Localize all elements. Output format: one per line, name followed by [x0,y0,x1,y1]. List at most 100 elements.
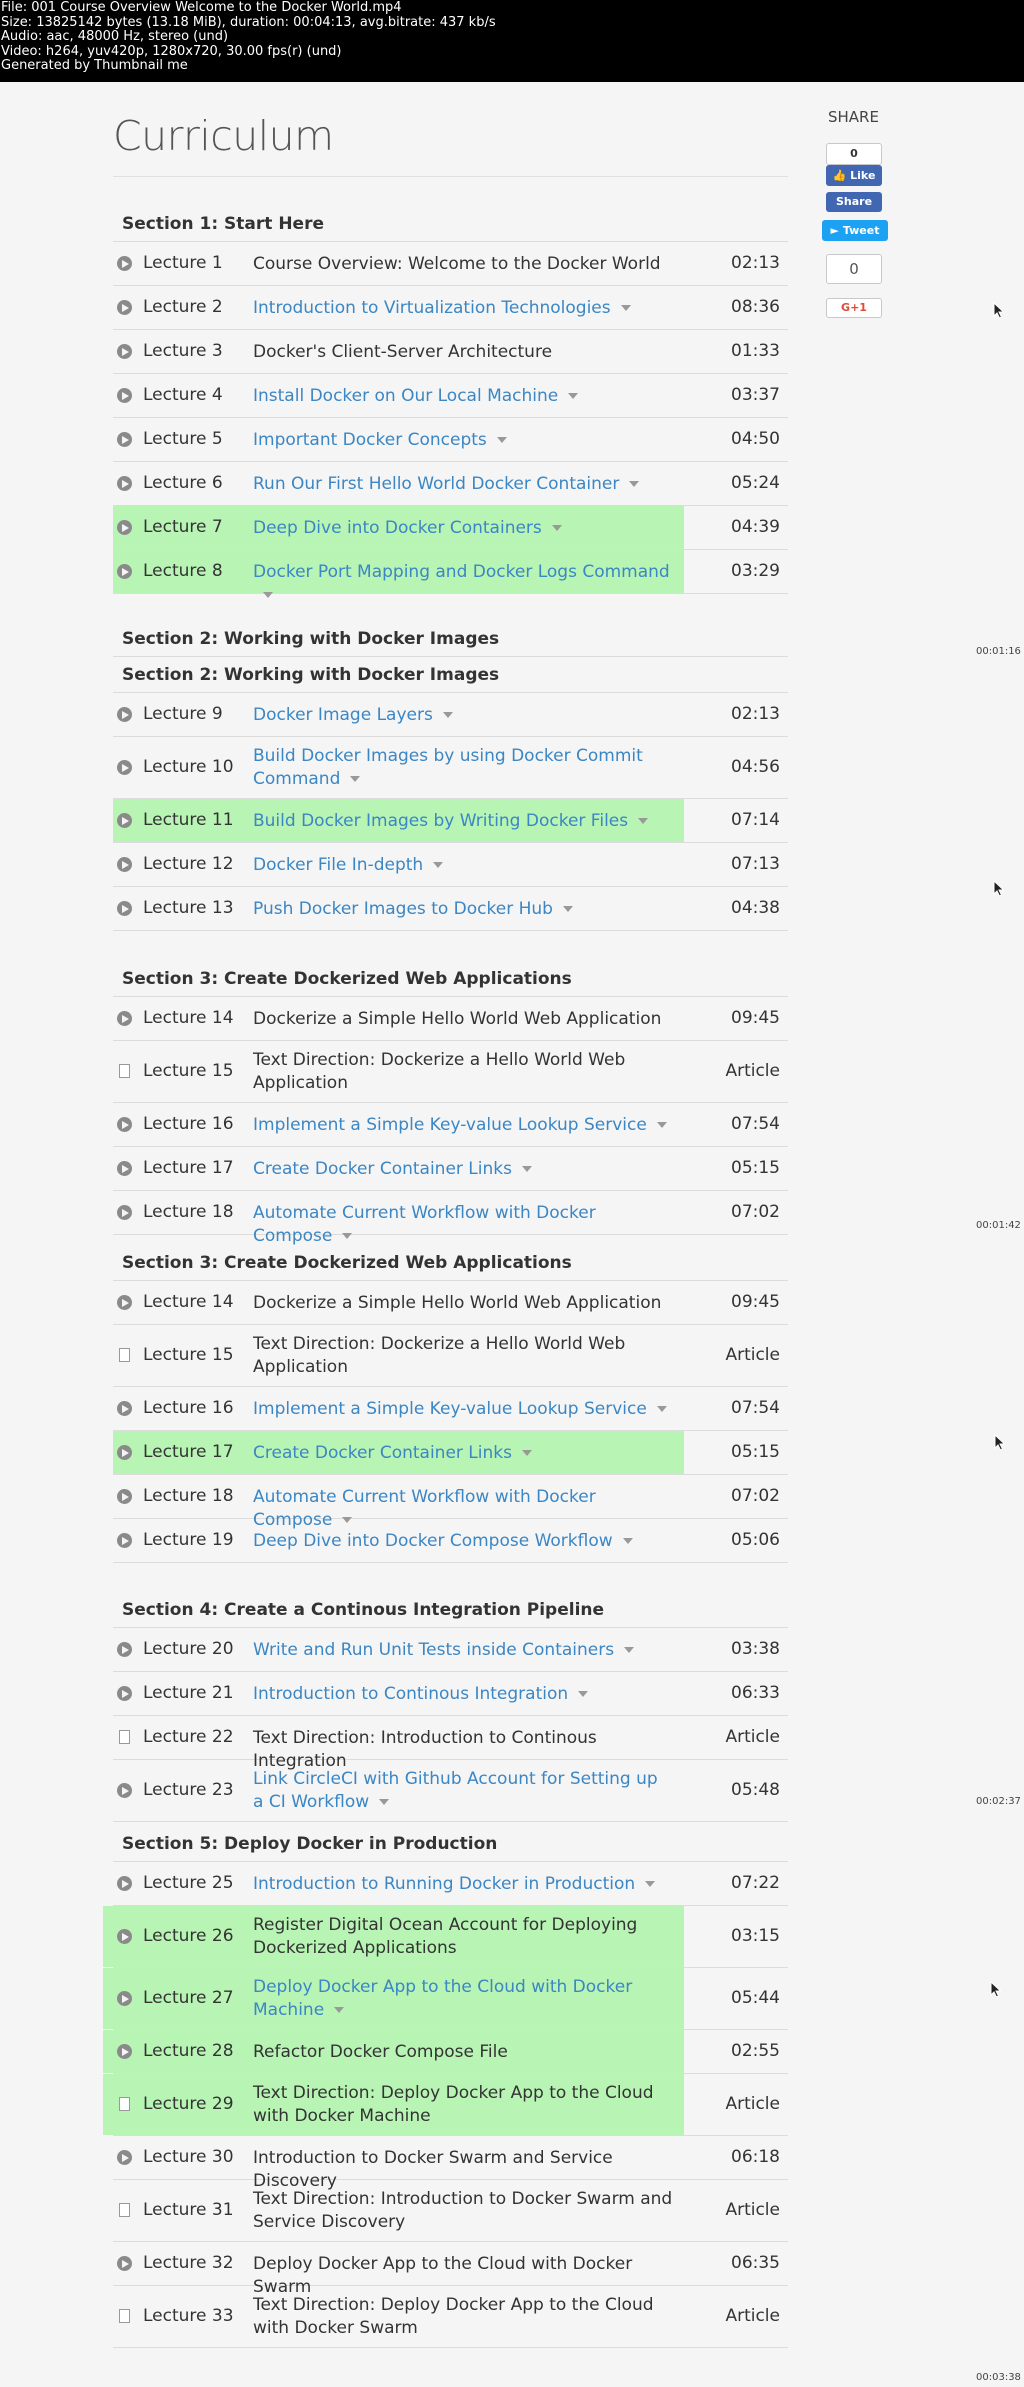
caret-down-icon[interactable] [433,861,444,868]
lecture-title-link[interactable]: Docker File In-depth [253,854,673,877]
caret-down-icon[interactable] [551,524,562,531]
lecture-row[interactable]: Lecture 2 Introduction to Virtualization … [113,286,788,330]
caret-down-icon[interactable] [379,1799,390,1805]
lecture-title-link[interactable]: Build Docker Images by Writing Docker Fi… [253,810,673,833]
lecture-row[interactable]: Lecture 8 Docker Port Mapping and Docker … [113,550,788,598]
lecture-title-text: Course Overview: Welcome to the Docker W… [253,253,661,274]
lecture-title-link[interactable]: Deep Dive into Docker Containers [253,517,673,540]
caret-down-icon[interactable] [620,304,631,311]
google-plus-button[interactable]: G+1 [826,298,882,318]
lecture-row[interactable]: Lecture 29 Text Direction: Deploy Docker … [103,2074,788,2136]
tweet-button[interactable]: ► Tweet [822,220,888,241]
lecture-title-link[interactable]: Docker Port Mapping and Docker Logs Comm… [253,561,673,607]
caret-down-icon[interactable] [656,1405,667,1412]
caret-down-icon[interactable] [521,1165,532,1172]
lecture-row[interactable]: Lecture 16 Implement a Simple Key-value L… [113,1387,788,1431]
caret-down-icon[interactable] [638,817,649,824]
info-audio: Audio: aac, 48000 Hz, stereo (und) [1,29,229,44]
lecture-row[interactable]: Lecture 16 Implement a Simple Key-value L… [113,1103,788,1147]
lecture-title-link[interactable]: Link CircleCI with Github Account for Se… [253,1768,673,1820]
play-icon [117,1991,132,2006]
caret-down-icon[interactable] [562,905,573,912]
lecture-title-link[interactable]: Introduction to Running Docker in Produc… [253,1873,673,1896]
page-title: Curriculum [113,112,334,160]
lecture-number: Lecture 5 [143,429,223,449]
lecture-duration: 06:18 [731,2147,780,2167]
lecture-title-link[interactable]: Run Our First Hello World Docker Contain… [253,473,673,496]
lecture-row[interactable]: Lecture 19 Deep Dive into Docker Compose … [113,1519,788,1563]
lecture-row[interactable]: Lecture 11 Build Docker Images by Writing… [113,799,788,843]
caret-down-icon[interactable] [350,776,361,782]
lecture-row[interactable]: Lecture 14 Dockerize a Simple Hello World… [113,997,788,1041]
lecture-row[interactable]: Lecture 12 Docker File In-depth 07:13 [113,843,788,887]
lecture-title-link[interactable]: Implement a Simple Key-value Lookup Serv… [253,1114,673,1137]
caret-down-icon[interactable] [342,1232,353,1239]
lecture-row[interactable]: Lecture 27 Deploy Docker App to the Cloud… [103,1968,788,2030]
play-icon [117,1445,132,1460]
lecture-title-link[interactable]: Build Docker Images by using Docker Comm… [253,745,673,791]
lecture-title-link[interactable]: Important Docker Concepts [253,429,673,452]
lecture-row[interactable]: Lecture 15 Text Direction: Dockerize a He… [113,1041,788,1103]
lecture-row[interactable]: Lecture 30 Introduction to Docker Swarm a… [113,2136,788,2191]
lecture-title-link[interactable]: Install Docker on Our Local Machine [253,385,673,408]
caret-down-icon[interactable] [568,392,579,399]
lecture-row[interactable]: Lecture 33 Text Direction: Deploy Docker … [113,2286,788,2348]
lecture-row[interactable]: Lecture 31 Text Direction: Introduction t… [113,2180,788,2242]
caret-down-icon[interactable] [656,1121,667,1128]
lecture-row[interactable]: Lecture 28 Refactor Docker Compose File 02… [103,2030,788,2074]
caret-down-icon[interactable] [334,2007,345,2013]
lecture-title-link[interactable]: Push Docker Images to Docker Hub [253,898,673,921]
facebook-like-button[interactable]: 👍 Like [826,165,882,186]
lecture-row[interactable]: Lecture 23 Link CircleCI with Github Acco… [113,1760,788,1822]
lecture-row[interactable]: Lecture 32 Deploy Docker App to the Cloud… [113,2242,788,2297]
lecture-row[interactable]: Lecture 26 Register Digital Ocean Account… [103,1906,788,1968]
lecture-row[interactable]: Lecture 18 Automate Current Workflow with… [113,1475,788,1530]
lecture-row[interactable]: Lecture 22 Text Direction: Introduction t… [113,1716,788,1771]
lecture-row[interactable]: Lecture 15 Text Direction: Dockerize a He… [113,1325,788,1387]
lecture-duration: Article [725,1345,780,1365]
play-icon [117,1533,132,1548]
lecture-title-link[interactable]: Write and Run Unit Tests inside Containe… [253,1639,673,1662]
lecture-title-link[interactable]: Automate Current Workflow with Docker Co… [253,1202,673,1248]
caret-down-icon[interactable] [645,1880,656,1887]
lecture-row[interactable]: Lecture 20 Write and Run Unit Tests insid… [113,1628,788,1672]
lecture-duration: 05:48 [731,1780,780,1800]
lecture-title-text: Introduction to Virtualization Technolog… [253,297,611,318]
facebook-share-button[interactable]: Share [826,192,882,212]
lecture-title-link[interactable]: Introduction to Virtualization Technolog… [253,297,673,320]
caret-down-icon[interactable] [442,711,453,718]
lecture-title-link[interactable]: Implement a Simple Key-value Lookup Serv… [253,1398,673,1421]
lecture-row[interactable]: Lecture 6 Run Our First Hello World Docke… [113,462,788,506]
lecture-row[interactable]: Lecture 17 Create Docker Container Links 0… [113,1431,788,1475]
lecture-title-text: Text Direction: Deploy Docker App to the… [253,2083,654,2126]
caret-down-icon[interactable] [263,591,273,598]
lecture-row[interactable]: Lecture 5 Important Docker Concepts 04:50 [113,418,788,462]
caret-down-icon[interactable] [624,1646,635,1653]
lecture-title-link[interactable]: Deep Dive into Docker Compose Workflow [253,1530,673,1553]
lecture-row[interactable]: Lecture 17 Create Docker Container Links 0… [113,1147,788,1191]
lecture-number: Lecture 32 [143,2253,234,2273]
caret-down-icon[interactable] [629,480,640,487]
lecture-title-link[interactable]: Introduction to Continous Integration [253,1683,673,1706]
lecture-duration: 05:44 [731,1988,780,2008]
lecture-row[interactable]: Lecture 7 Deep Dive into Docker Container… [113,506,788,550]
lecture-row[interactable]: Lecture 18 Automate Current Workflow with… [113,1191,788,1246]
lecture-title-link[interactable]: Create Docker Container Links [253,1442,673,1465]
lecture-row[interactable]: Lecture 9 Docker Image Layers 02:13 [113,693,788,737]
caret-down-icon[interactable] [622,1537,633,1544]
lecture-title-link[interactable]: Docker Image Layers [253,704,673,727]
lecture-title-link[interactable]: Deploy Docker App to the Cloud with Dock… [253,1976,673,2022]
caret-down-icon[interactable] [521,1449,532,1456]
lecture-row[interactable]: Lecture 4 Install Docker on Our Local Mac… [113,374,788,418]
lecture-title-link[interactable]: Create Docker Container Links [253,1158,673,1181]
caret-down-icon[interactable] [578,1690,589,1697]
lecture-row[interactable]: Lecture 10 Build Docker Images by using D… [113,737,788,799]
lecture-row[interactable]: Lecture 14 Dockerize a Simple Hello World… [113,1281,788,1325]
caret-down-icon[interactable] [496,436,507,443]
lecture-row[interactable]: Lecture 25 Introduction to Running Docker… [113,1862,788,1906]
lecture-title-text: Docker Image Layers [253,704,433,725]
lecture-row[interactable]: Lecture 3 Docker's Client-Server Architec… [113,330,788,374]
lecture-row[interactable]: Lecture 13 Push Docker Images to Docker H… [113,887,788,931]
lecture-row[interactable]: Lecture 21 Introduction to Continous Inte… [113,1672,788,1716]
lecture-row[interactable]: Lecture 1 Course Overview: Welcome to the… [113,242,788,286]
